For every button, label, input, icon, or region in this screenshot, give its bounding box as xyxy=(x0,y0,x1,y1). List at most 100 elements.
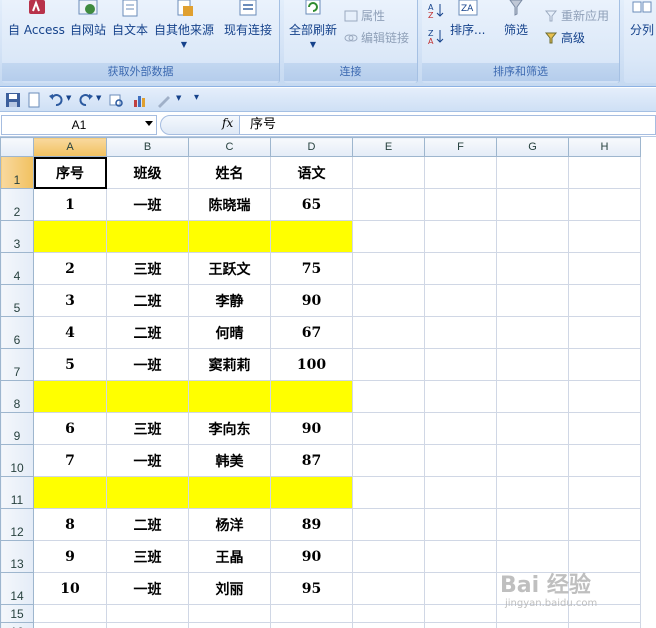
name-box-dropdown-icon[interactable] xyxy=(145,121,153,126)
cell-b9[interactable]: 三班 xyxy=(106,412,189,445)
cell-f1[interactable] xyxy=(424,156,497,189)
cell-d12[interactable]: 89 xyxy=(270,508,353,541)
cell-a10[interactable]: 7 xyxy=(33,444,107,477)
cell-b16[interactable] xyxy=(106,622,189,628)
cell-d16[interactable] xyxy=(270,622,353,628)
cell-e14[interactable] xyxy=(352,572,425,605)
cell-d14[interactable]: 95 xyxy=(270,572,353,605)
cell-f3[interactable] xyxy=(424,220,497,253)
cell-d10[interactable]: 87 xyxy=(270,444,353,477)
cell-e16[interactable] xyxy=(352,622,425,628)
row-header[interactable]: 1 xyxy=(0,156,34,189)
cell-h9[interactable] xyxy=(568,412,641,445)
cell-c8[interactable] xyxy=(188,380,271,413)
cell-f6[interactable] xyxy=(424,316,497,349)
row-header[interactable]: 6 xyxy=(0,316,34,349)
from-access-button[interactable]: 自 Access xyxy=(8,0,65,38)
cell-f5[interactable] xyxy=(424,284,497,317)
row-header[interactable]: 8 xyxy=(0,380,34,413)
column-header-g[interactable]: G xyxy=(496,137,569,157)
draw-icon[interactable] xyxy=(156,92,172,108)
cell-c11[interactable] xyxy=(188,476,271,509)
cell-h12[interactable] xyxy=(568,508,641,541)
cell-c1[interactable]: 姓名 xyxy=(188,156,271,189)
reapply-button[interactable]: 重新应用 xyxy=(544,7,609,24)
cell-f11[interactable] xyxy=(424,476,497,509)
cell-d4[interactable]: 75 xyxy=(270,252,353,285)
cell-e3[interactable] xyxy=(352,220,425,253)
cell-a11[interactable] xyxy=(33,476,107,509)
cell-g3[interactable] xyxy=(496,220,569,253)
from-text-button[interactable]: 自文本 xyxy=(112,0,148,38)
properties-button[interactable]: 属性 xyxy=(344,7,385,24)
insert-function-icon[interactable]: fx xyxy=(222,116,233,130)
cell-b12[interactable]: 二班 xyxy=(106,508,189,541)
cell-d6[interactable]: 67 xyxy=(270,316,353,349)
cell-c16[interactable] xyxy=(188,622,271,628)
cell-e8[interactable] xyxy=(352,380,425,413)
formula-input[interactable]: 序号 xyxy=(240,115,656,135)
advanced-filter-button[interactable]: 高级 xyxy=(544,29,585,46)
column-header-f[interactable]: F xyxy=(424,137,497,157)
cell-f12[interactable] xyxy=(424,508,497,541)
row-header[interactable]: 7 xyxy=(0,348,34,381)
cell-d2[interactable]: 65 xyxy=(270,188,353,221)
cell-f7[interactable] xyxy=(424,348,497,381)
cell-g9[interactable] xyxy=(496,412,569,445)
cell-f15[interactable] xyxy=(424,604,497,623)
cell-f16[interactable] xyxy=(424,622,497,628)
cell-e9[interactable] xyxy=(352,412,425,445)
cell-h1[interactable] xyxy=(568,156,641,189)
print-preview-icon[interactable] xyxy=(108,92,124,108)
row-header[interactable]: 16 xyxy=(0,622,34,628)
cell-g1[interactable] xyxy=(496,156,569,189)
cell-e2[interactable] xyxy=(352,188,425,221)
cell-c12[interactable]: 杨洋 xyxy=(188,508,271,541)
cell-e13[interactable] xyxy=(352,540,425,573)
cell-c7[interactable]: 窦莉莉 xyxy=(188,348,271,381)
cell-d1[interactable]: 语文 xyxy=(270,156,353,189)
column-header-c[interactable]: C xyxy=(188,137,271,157)
redo-icon[interactable] xyxy=(78,92,94,108)
cell-g6[interactable] xyxy=(496,316,569,349)
cell-f8[interactable] xyxy=(424,380,497,413)
cell-b8[interactable] xyxy=(106,380,189,413)
row-header[interactable]: 5 xyxy=(0,284,34,317)
cell-f4[interactable] xyxy=(424,252,497,285)
row-header[interactable]: 10 xyxy=(0,444,34,477)
customize-toolbar-icon[interactable]: ▾ xyxy=(194,92,199,103)
cell-e1[interactable] xyxy=(352,156,425,189)
cell-a1[interactable]: 序号 xyxy=(33,156,107,189)
cell-c15[interactable] xyxy=(188,604,271,623)
cell-b2[interactable]: 一班 xyxy=(106,188,189,221)
cell-g2[interactable] xyxy=(496,188,569,221)
cell-g5[interactable] xyxy=(496,284,569,317)
cell-h16[interactable] xyxy=(568,622,641,628)
from-web-button[interactable]: 自网站 xyxy=(70,0,106,38)
column-header-e[interactable]: E xyxy=(352,137,425,157)
cell-b10[interactable]: 一班 xyxy=(106,444,189,477)
cell-d7[interactable]: 100 xyxy=(270,348,353,381)
cell-d5[interactable]: 90 xyxy=(270,284,353,317)
select-all-corner[interactable] xyxy=(0,137,34,157)
name-box[interactable]: A1 xyxy=(1,115,157,135)
cell-g16[interactable] xyxy=(496,622,569,628)
cell-g12[interactable] xyxy=(496,508,569,541)
cell-g11[interactable] xyxy=(496,476,569,509)
row-header[interactable]: 12 xyxy=(0,508,34,541)
chart-icon[interactable] xyxy=(132,92,148,108)
cell-g8[interactable] xyxy=(496,380,569,413)
cell-h8[interactable] xyxy=(568,380,641,413)
cell-c4[interactable]: 王跃文 xyxy=(188,252,271,285)
cell-f13[interactable] xyxy=(424,540,497,573)
cell-d13[interactable]: 90 xyxy=(270,540,353,573)
row-header[interactable]: 15 xyxy=(0,604,34,623)
cell-e7[interactable] xyxy=(352,348,425,381)
cell-e11[interactable] xyxy=(352,476,425,509)
cell-h7[interactable] xyxy=(568,348,641,381)
cell-b15[interactable] xyxy=(106,604,189,623)
undo-icon[interactable] xyxy=(48,92,64,108)
cell-a2[interactable]: 1 xyxy=(33,188,107,221)
row-header[interactable]: 14 xyxy=(0,572,34,605)
cell-e6[interactable] xyxy=(352,316,425,349)
